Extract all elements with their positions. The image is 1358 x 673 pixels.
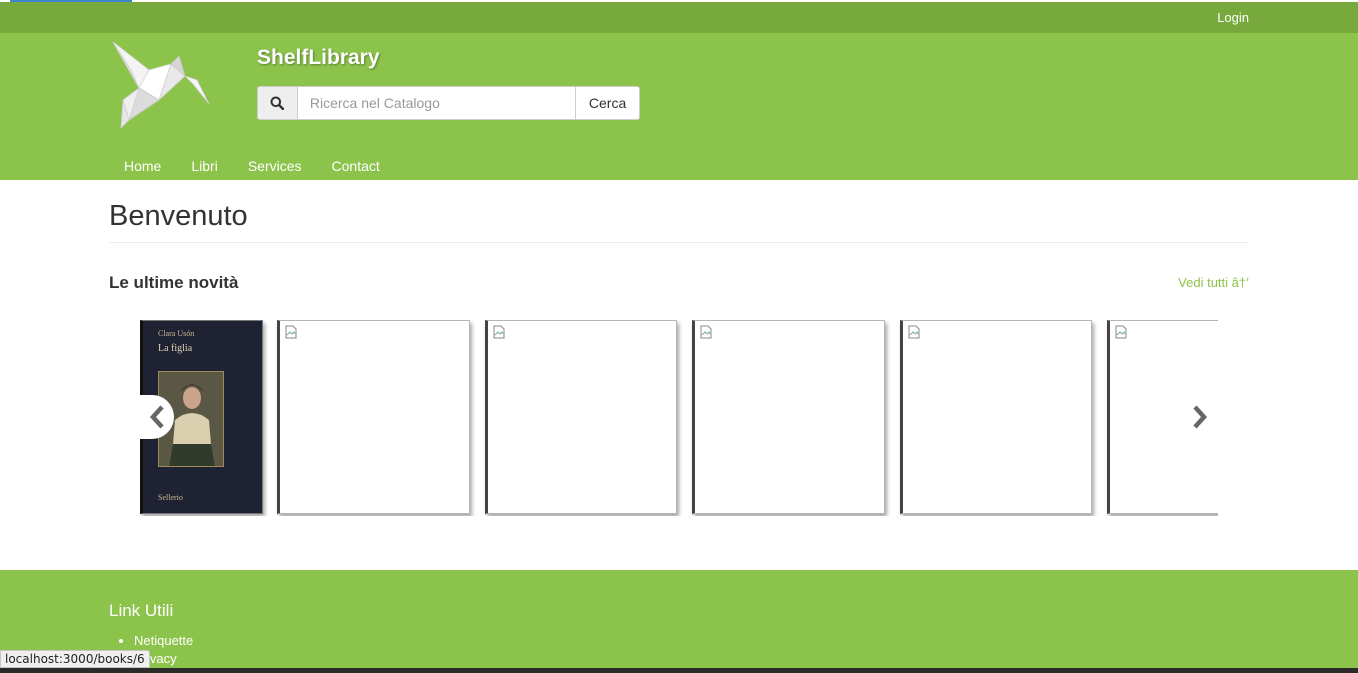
site-brand[interactable]: ShelfLibrary	[257, 46, 380, 70]
section-title: Le ultime novità	[109, 273, 239, 292]
see-all-link[interactable]: Vedi tutti â†’	[1178, 275, 1249, 290]
broken-image-icon	[1115, 325, 1127, 339]
search-button[interactable]: Cerca	[576, 86, 640, 120]
book-publisher: Sellerio	[158, 493, 183, 502]
broken-image-icon	[493, 325, 505, 339]
catalog-search: Cerca	[257, 86, 640, 120]
origami-bird-logo[interactable]	[109, 40, 215, 130]
bottom-strip	[0, 668, 1358, 673]
nav-item-contact[interactable]: Contact	[317, 155, 395, 177]
search-input[interactable]	[297, 86, 577, 120]
main-nav: Home Libri Services Contact	[109, 155, 395, 177]
search-icon	[257, 86, 298, 120]
nav-item-libri[interactable]: Libri	[176, 155, 232, 177]
nav-item-services[interactable]: Services	[233, 155, 317, 177]
book-card[interactable]	[277, 320, 470, 514]
status-url-tooltip: localhost:3000/books/6	[0, 650, 150, 668]
broken-image-icon	[700, 325, 712, 339]
broken-image-icon	[908, 325, 920, 339]
footer-title: Link Utili	[109, 601, 174, 620]
nav-item-home[interactable]: Home	[109, 155, 176, 177]
chevron-right-icon	[1193, 405, 1208, 429]
login-link[interactable]: Login	[1217, 10, 1249, 25]
site-header: ShelfLibrary Cerca Home Libri Services C…	[0, 33, 1358, 180]
broken-image-icon	[285, 325, 297, 339]
book-title: La figlia	[158, 343, 193, 354]
title-divider	[109, 242, 1249, 243]
carousel-next-button[interactable]	[1186, 400, 1214, 434]
footer-link-netiquette[interactable]: Netiquette	[134, 633, 193, 648]
book-card[interactable]	[485, 320, 677, 514]
site-footer: Link Utili Netiquette Privacy	[0, 570, 1358, 668]
page-title: Benvenuto	[109, 200, 248, 232]
book-author: Clara Usón	[158, 329, 195, 338]
chevron-left-icon	[149, 405, 164, 429]
list-item: Netiquette	[134, 632, 193, 650]
top-bar: Login	[0, 2, 1358, 33]
books-carousel: Clara Usón La figlia Sellerio	[140, 320, 1218, 516]
book-card[interactable]	[692, 320, 885, 514]
book-card[interactable]	[900, 320, 1092, 514]
